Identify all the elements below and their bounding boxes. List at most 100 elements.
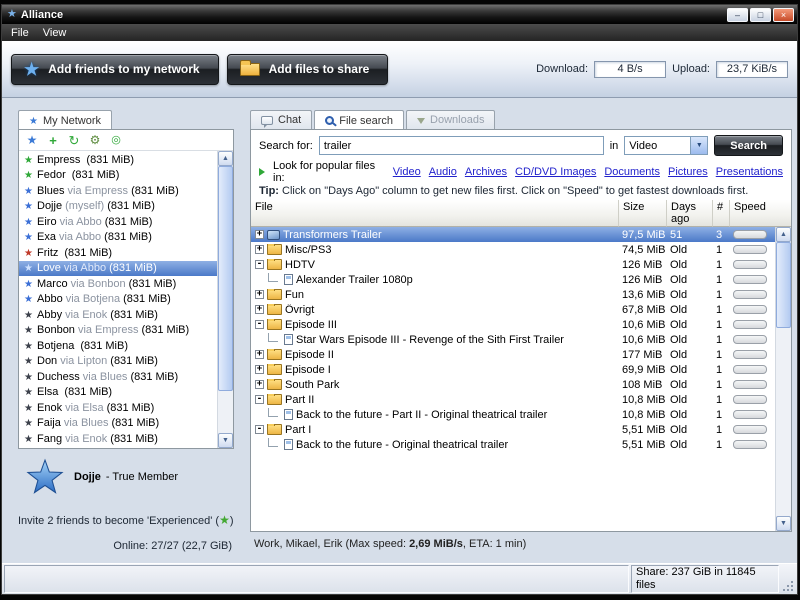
user-row[interactable]: Duchess via Blues (831 MiB) [19, 369, 217, 385]
scrollbar-thumb[interactable] [776, 242, 791, 328]
result-row[interactable]: + Episode II 177 MiB Old 1 [251, 347, 791, 362]
user-row[interactable]: Bonbon via Empress (831 MiB) [19, 323, 217, 339]
result-row[interactable]: + Episode I 69,9 MiB Old 1 [251, 362, 791, 377]
file-days-ago: Old [670, 243, 688, 256]
column-header-file[interactable]: File [251, 200, 619, 227]
refresh-icon[interactable] [65, 132, 83, 149]
network-status-icon[interactable] [107, 132, 125, 149]
category-select[interactable]: Video [624, 136, 709, 155]
search-input[interactable] [318, 136, 604, 155]
tab-chat[interactable]: Chat [250, 110, 313, 129]
result-row[interactable]: Back to the future - Part II - Original … [251, 407, 791, 422]
result-row[interactable]: - Part II 10,8 MiB Old 1 [251, 392, 791, 407]
popular-category-link[interactable]: Pictures [668, 166, 708, 178]
user-row[interactable]: Faija via Blues (831 MiB) [19, 416, 217, 432]
result-row[interactable]: + South Park 108 MiB Old 1 [251, 377, 791, 392]
user-list-scrollbar[interactable]: ▲ ▼ [217, 151, 233, 448]
popular-category-link[interactable]: Archives [465, 166, 507, 178]
result-row[interactable]: - Part I 5,51 MiB Old 1 [251, 422, 791, 437]
popular-category-link[interactable]: Documents [604, 166, 660, 178]
title-bar: ★ Alliance – □ × [2, 5, 797, 24]
popular-category-link[interactable]: Presentations [716, 166, 783, 178]
expand-toggle[interactable]: - [255, 320, 264, 329]
user-row[interactable]: Fritz (831 MiB) [19, 245, 217, 261]
user-name: Don [37, 355, 58, 368]
menu-file[interactable]: File [4, 26, 36, 40]
add-friends-button[interactable]: Add friends to my network [11, 53, 219, 85]
scroll-down-icon[interactable]: ▼ [776, 516, 791, 531]
results-header: File Size Days ago # Speed [251, 200, 791, 227]
dropdown-arrow-icon[interactable] [690, 137, 708, 154]
add-group-icon[interactable] [44, 132, 62, 149]
user-row[interactable]: Dojje (myself) (831 MiB) [19, 199, 217, 215]
menu-view[interactable]: View [36, 26, 74, 40]
invite-friend-icon[interactable] [23, 132, 41, 149]
file-size: 177 MiB [622, 348, 663, 361]
column-header-speed[interactable]: Speed [730, 200, 791, 227]
result-row[interactable]: - HDTV 126 MiB Old 1 [251, 257, 791, 272]
user-status-icon [23, 154, 34, 166]
user-row[interactable]: Fedor (831 MiB) [19, 168, 217, 184]
user-row[interactable]: Enok via Elsa (831 MiB) [19, 400, 217, 416]
user-row[interactable]: Blues via Empress (831 MiB) [19, 183, 217, 199]
expand-toggle[interactable]: - [255, 425, 264, 434]
result-row[interactable]: + Fun 13,6 MiB Old 1 [251, 287, 791, 302]
file-size: 67,8 MiB [622, 303, 666, 316]
file-name: Star Wars Episode III - Revenge of the S… [296, 333, 564, 346]
user-row[interactable]: Exa via Abbo (831 MiB) [19, 230, 217, 246]
tip-row: Tip: Click on "Days Ago" column to get n… [251, 184, 791, 200]
result-row[interactable]: + Övrigt 67,8 MiB Old 1 [251, 302, 791, 317]
expand-toggle[interactable]: + [255, 350, 264, 359]
user-row[interactable]: Eiro via Abbo (831 MiB) [19, 214, 217, 230]
result-row[interactable]: Alexander Trailer 1080p 126 MiB Old 1 [251, 272, 791, 287]
add-files-button[interactable]: Add files to share [226, 53, 389, 85]
speed-bar [733, 320, 767, 329]
settings-icon[interactable] [86, 132, 104, 149]
maximize-button[interactable]: □ [750, 7, 771, 22]
result-row[interactable]: - Episode III 10,6 MiB Old 1 [251, 317, 791, 332]
scroll-down-icon[interactable]: ▼ [218, 433, 233, 448]
result-row[interactable]: Back to the future - Original theatrical… [251, 437, 791, 452]
result-row[interactable]: + Misc/PS3 74,5 MiB Old 1 [251, 242, 791, 257]
results-scrollbar[interactable]: ▲ ▼ [775, 227, 791, 531]
popular-category-link[interactable]: Video [393, 166, 421, 178]
scroll-up-icon[interactable]: ▲ [776, 227, 791, 242]
result-row[interactable]: Star Wars Episode III - Revenge of the S… [251, 332, 791, 347]
expand-toggle[interactable]: + [255, 365, 264, 374]
user-row[interactable]: Elsa (831 MiB) [19, 385, 217, 401]
scrollbar-thumb[interactable] [218, 166, 233, 391]
user-row[interactable]: Botjena (831 MiB) [19, 338, 217, 354]
popular-category-link[interactable]: CD/DVD Images [515, 166, 596, 178]
close-button[interactable]: × [773, 7, 794, 22]
user-row[interactable]: Fang via Enok (831 MiB) [19, 431, 217, 447]
expand-toggle[interactable]: + [255, 290, 264, 299]
user-row[interactable]: Marco via Bonbon (831 MiB) [19, 276, 217, 292]
expand-toggle[interactable]: - [255, 395, 264, 404]
expand-toggle[interactable]: + [255, 245, 264, 254]
tab-downloads[interactable]: Downloads [406, 110, 496, 129]
tab-my-network[interactable]: My Network [18, 110, 113, 130]
user-row[interactable]: Abby via Enok (831 MiB) [19, 307, 217, 323]
tab-file-search[interactable]: File search [314, 110, 405, 130]
result-row[interactable]: + Transformers Trailer 97,5 MiB 51 3 [251, 227, 791, 242]
expand-toggle[interactable]: + [255, 380, 264, 389]
expand-toggle[interactable]: + [255, 305, 264, 314]
scroll-up-icon[interactable]: ▲ [218, 151, 233, 166]
user-row[interactable]: Don via Lipton (831 MiB) [19, 354, 217, 370]
user-row[interactable]: Love via Abbo (831 MiB) [19, 260, 217, 276]
expand-toggle[interactable]: - [255, 260, 264, 269]
column-header-size[interactable]: Size [619, 200, 667, 227]
column-header-count[interactable]: # [713, 200, 730, 227]
user-via: via Elsa [65, 401, 104, 414]
column-header-days-ago[interactable]: Days ago [667, 200, 713, 227]
expand-toggle[interactable]: + [255, 230, 264, 239]
user-row[interactable]: Abbo via Botjena (831 MiB) [19, 292, 217, 308]
user-share-size: (831 MiB) [130, 370, 179, 383]
minimize-button[interactable]: – [727, 7, 748, 22]
popular-category-link[interactable]: Audio [429, 166, 457, 178]
resize-grip[interactable] [781, 565, 795, 593]
user-row[interactable]: Empress (831 MiB) [19, 152, 217, 168]
search-button[interactable]: Search [714, 135, 783, 156]
speed-bar [733, 305, 767, 314]
file-speed-cell [730, 365, 775, 374]
